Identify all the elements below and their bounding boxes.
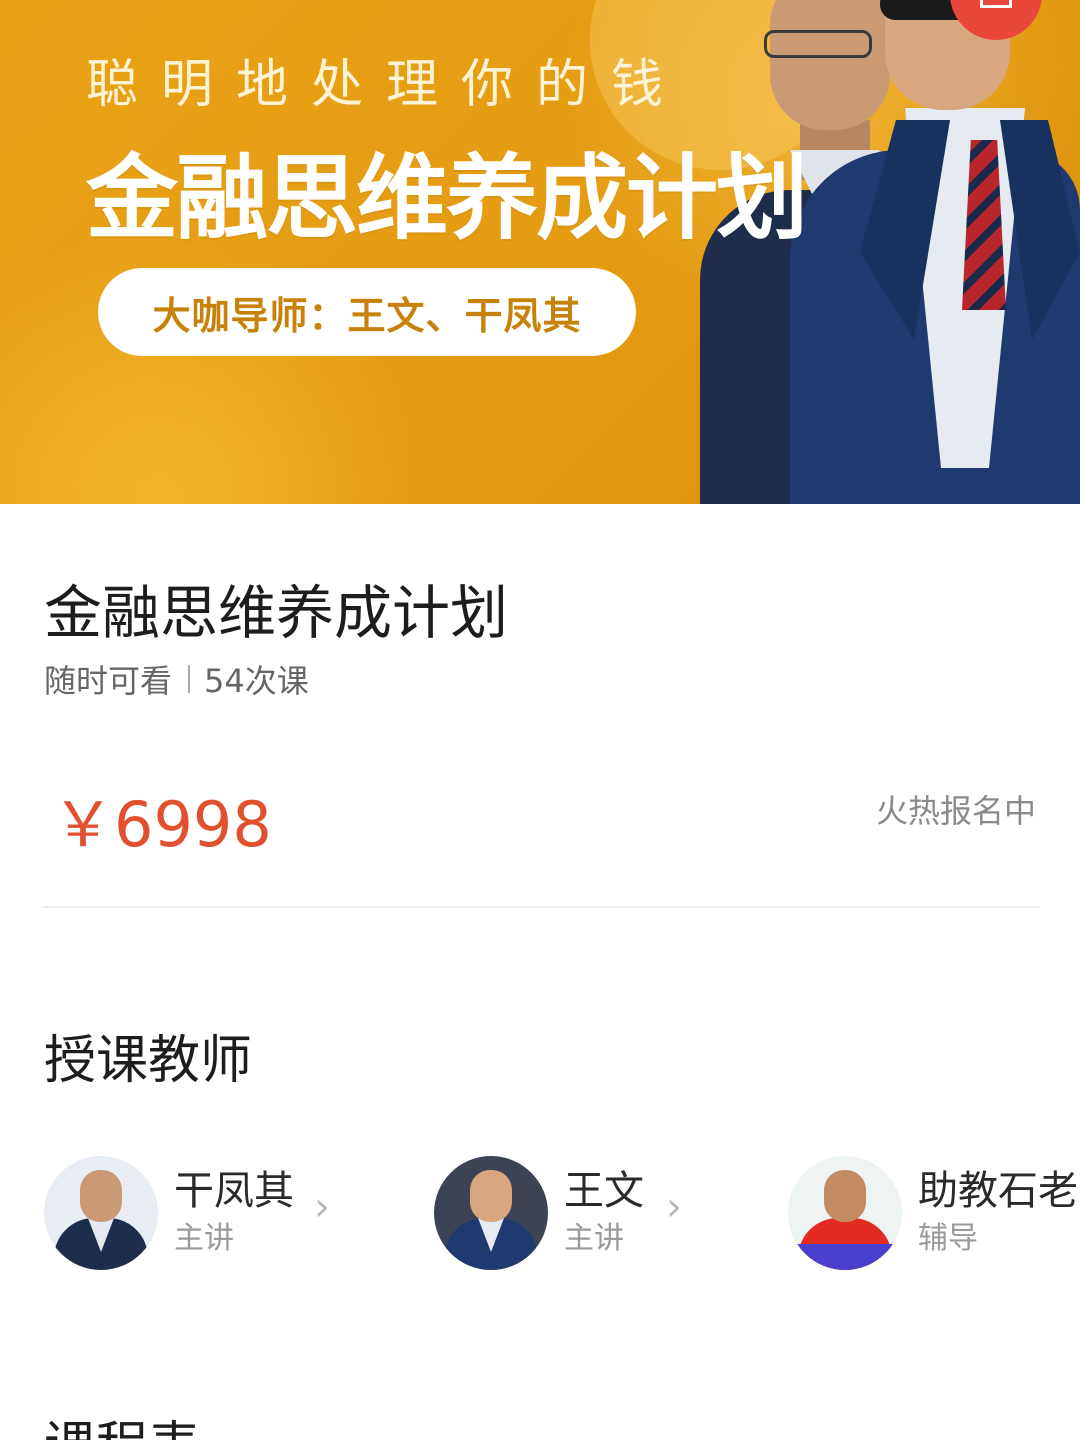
course-availability: 随时可看 [44, 662, 173, 700]
course-meta: 随时可看 54次课 [44, 656, 309, 702]
banner-glow [0, 220, 440, 504]
banner-instructors-pill: 大咖导师：王文、干凤其 [98, 268, 636, 356]
enrollment-status: 火热报名中 [875, 792, 1036, 830]
presenter-glasses [764, 30, 872, 58]
avatar [788, 1156, 902, 1270]
teacher-card-gan-fengqi[interactable]: 干凤其 主讲 › [44, 1154, 330, 1272]
course-lesson-count: 54次课 [204, 662, 309, 700]
teacher-role: 辅导 [918, 1221, 978, 1256]
banner-instructors-text: 大咖导师：王文、干凤其 [152, 293, 582, 338]
chevron-right-icon: › [314, 1184, 330, 1230]
course-title: 金融思维养成计划 [44, 579, 509, 647]
course-price: ￥6998 [52, 788, 272, 861]
presenter-left-head [770, 0, 890, 130]
avatar [434, 1156, 548, 1270]
teacher-name: 干凤其 [174, 1168, 294, 1214]
teacher-name: 王文 [564, 1168, 644, 1214]
banner-title: 金融思维养成计划 [86, 145, 808, 252]
teachers-section-title: 授课教师 [44, 1031, 253, 1091]
schedule-section-title: 课程表 [44, 1404, 200, 1440]
meta-separator [188, 665, 191, 693]
avatar [44, 1156, 158, 1270]
chevron-right-icon: › [666, 1184, 682, 1230]
teacher-role: 主讲 [174, 1221, 234, 1256]
teacher-card-wang-wen[interactable]: 王文 主讲 › [434, 1154, 682, 1272]
teacher-role: 主讲 [564, 1221, 624, 1256]
course-banner: 聪明地处理你的钱 金融思维养成计划 大咖导师：王文、干凤其 [0, 0, 1080, 504]
section-divider [42, 906, 1040, 908]
banner-subtitle: 聪明地处理你的钱 [86, 55, 687, 115]
teacher-name: 助教石老 [918, 1168, 1078, 1214]
share-icon [980, 0, 1012, 8]
teacher-card-assistant-shi[interactable]: 助教石老 辅导 [788, 1154, 1078, 1272]
